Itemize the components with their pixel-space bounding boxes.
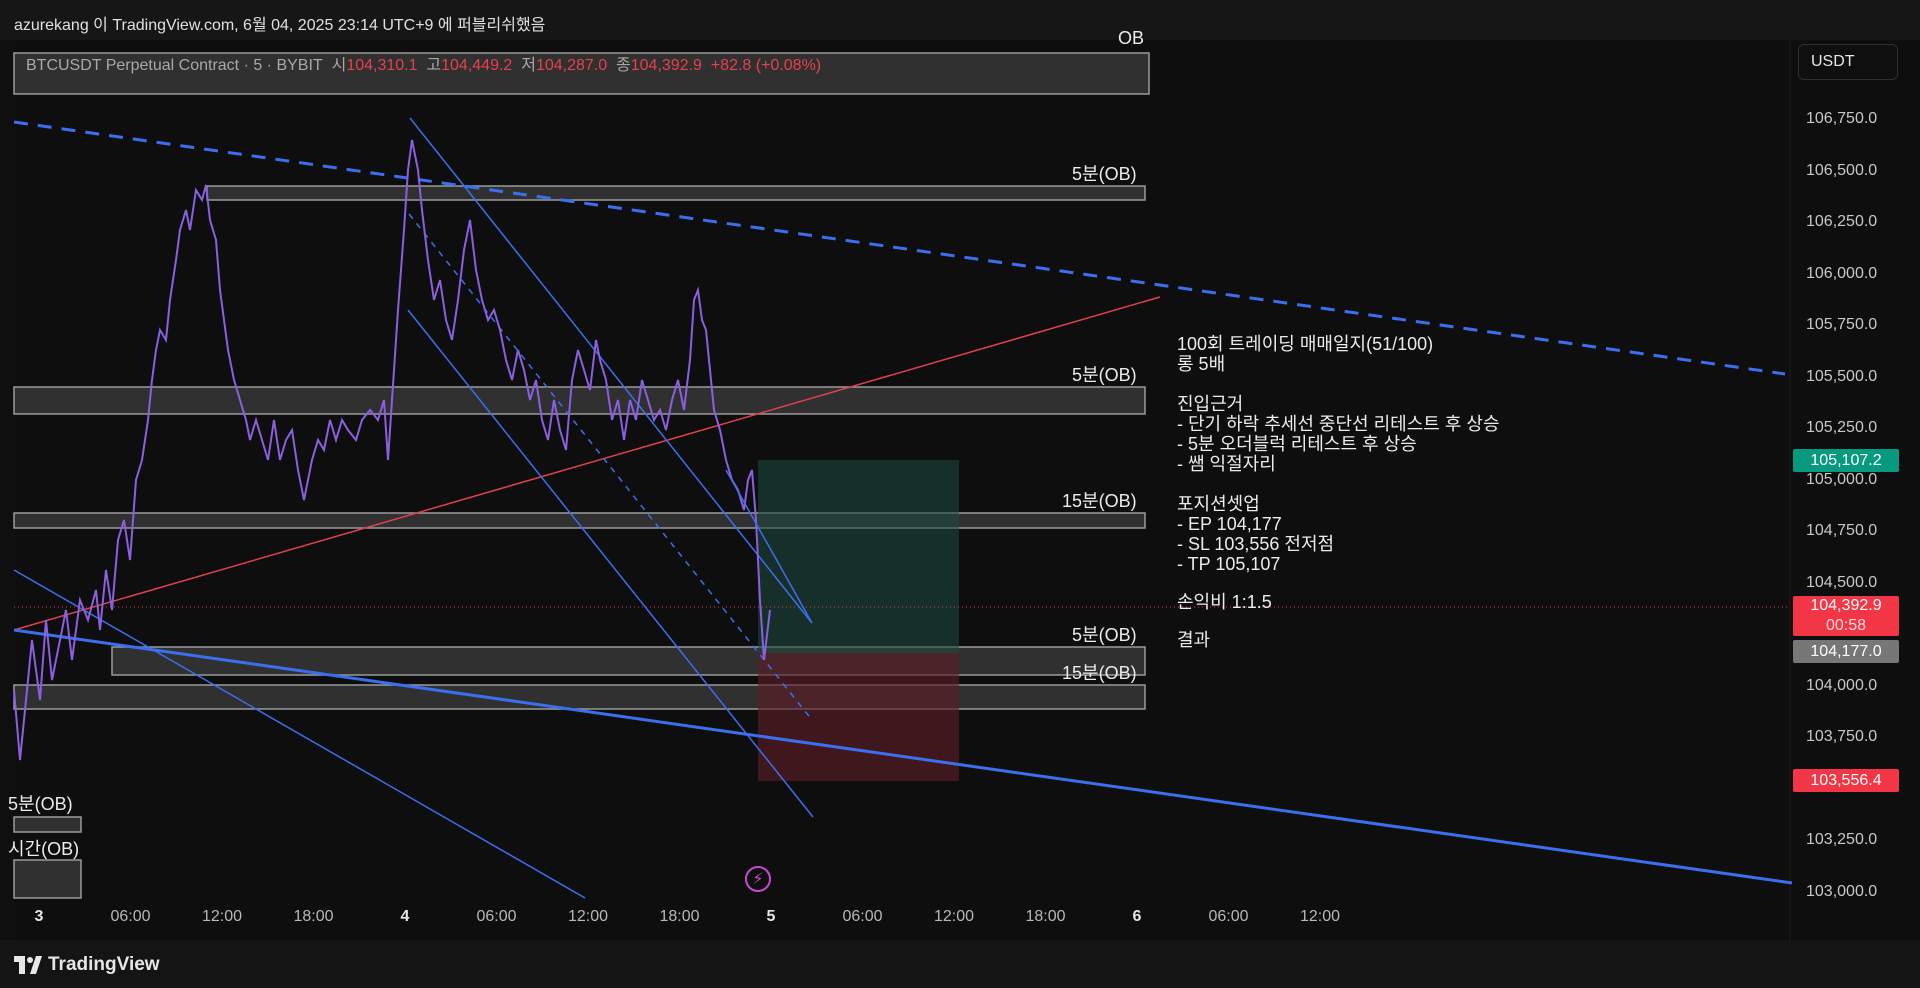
time-tick: 18:00 (293, 908, 334, 925)
brand-name: TradingView (48, 954, 160, 975)
trendline-dashed-blue[interactable] (13, 120, 1786, 376)
tradingview-brand[interactable]: TradingView (14, 954, 160, 976)
time-tick: 12:00 (933, 908, 975, 925)
high-label: 고 (426, 57, 442, 74)
tradingview-logo-icon (14, 956, 42, 974)
ob-box-5m-1[interactable] (206, 185, 1146, 201)
note-tp: - TP 105,107 (1177, 554, 1281, 574)
ob-label-5m-2: 5분(OB) (1072, 365, 1137, 385)
high-value: 104,449.2 (441, 57, 513, 74)
time-tick: 6 (1132, 908, 1142, 925)
note-title: 100회 트레이딩 매매일지(51/100) (1177, 334, 1434, 354)
time-tick: 06:00 (110, 908, 151, 925)
price-tick: 104,000.0 (1806, 676, 1878, 694)
price-tick: 103,250.0 (1806, 831, 1878, 848)
position-loss-zone[interactable] (758, 653, 959, 781)
price-tick: 105,000.0 (1806, 470, 1878, 488)
open-value: 104,310.1 (346, 57, 418, 74)
time-tick: 3 (34, 908, 44, 925)
price-tick: 106,000.0 (1806, 264, 1878, 282)
note-setup-heading: 포지션셋업 (1177, 494, 1260, 514)
note-entry-1: - 단기 하락 추세선 중단선 리테스트 후 상승 (1177, 414, 1500, 434)
note-ep: - EP 104,177 (1177, 514, 1282, 534)
price-tick: 105,250.0 (1806, 419, 1878, 436)
ep-price-tag: 104,177.0 (1793, 640, 1899, 663)
tp-price-tag: 105,107.2 (1793, 449, 1899, 472)
sl-price-tag: 103,556.4 (1793, 769, 1899, 792)
footer (0, 940, 1920, 988)
note-position: 롱 5배 (1177, 354, 1226, 374)
note-entry-2: - 5분 오더블럭 리테스트 후 상승 (1177, 434, 1417, 454)
ob-label-left-5m: 5분(OB) (8, 794, 73, 814)
open-label: 시 (331, 57, 347, 74)
trade-note[interactable]: 100회 트레이딩 매매일지(51/100) 롱 5배 진입근거 - 단기 하락… (1177, 334, 1500, 650)
low-label: 저 (521, 57, 536, 74)
currency-button[interactable]: USDT (1798, 44, 1898, 80)
time-tick: 5 (766, 908, 776, 925)
position-profit-zone[interactable] (758, 460, 959, 653)
ob-label-15m-1: 15분(OB) (1062, 491, 1137, 511)
note-sl: - SL 103,556 전저점 (1177, 534, 1335, 554)
time-tick: 06:00 (476, 908, 517, 925)
symbol-legend[interactable]: BTCUSDT Perpetual Contract · 5 · BYBIT 시… (26, 51, 821, 75)
trendline-red[interactable] (13, 296, 1161, 631)
price-tick: 106,750.0 (1806, 110, 1878, 127)
change-value: +82.8 (+0.08%) (710, 57, 822, 74)
ob-box-15m-2[interactable] (13, 684, 1146, 710)
symbol-name: BTCUSDT Perpetual Contract · 5 · BYBIT (26, 57, 323, 74)
ob-box-left-hour[interactable] (13, 859, 82, 899)
bar-countdown: 00:58 (1825, 617, 1867, 634)
note-entry-heading: 진입근거 (1177, 394, 1244, 414)
note-rr: 손익비 1:1.5 (1177, 592, 1272, 612)
time-tick: 06:00 (842, 908, 883, 925)
ob-label-5m-3: 5분(OB) (1072, 625, 1137, 645)
price-tick: 105,750.0 (1806, 316, 1878, 333)
chart-canvas[interactable] (0, 0, 1920, 988)
note-entry-3: - 쌤 익절자리 (1177, 454, 1276, 474)
price-tick: 103,750.0 (1806, 728, 1878, 745)
lightning-alert-icon[interactable]: ⚡ (745, 866, 771, 892)
last-price-tag: 104,392.9 00:58 (1793, 596, 1899, 636)
price-tick: 104,750.0 (1806, 522, 1878, 539)
time-tick: 06:00 (1208, 908, 1249, 925)
low-value: 104,287.0 (535, 57, 608, 74)
time-tick: 12:00 (201, 908, 243, 925)
ob-label-left-hour: 시간(OB) (8, 839, 80, 859)
time-tick: 18:00 (659, 908, 700, 925)
time-tick: 12:00 (1299, 908, 1341, 925)
note-result: 결과 (1177, 630, 1211, 650)
ob-label-top: OB (1118, 28, 1145, 48)
ob-box-5m-3[interactable] (111, 646, 1146, 676)
close-label: 종 (616, 57, 631, 74)
ob-box-left-5m[interactable] (13, 816, 82, 833)
time-tick: 12:00 (567, 908, 609, 925)
ob-label-15m-2: 15분(OB) (1062, 663, 1137, 683)
channel-lower[interactable] (407, 309, 814, 818)
time-tick: 18:00 (1025, 908, 1066, 925)
channel-mid[interactable] (408, 213, 813, 721)
price-tick: 106,500.0 (1806, 161, 1878, 179)
last-price-value: 104,392.9 (1810, 597, 1882, 614)
close-value: 104,392.9 (630, 57, 702, 74)
ob-label-5m-1: 5분(OB) (1072, 164, 1137, 184)
price-tick: 104,500.0 (1806, 573, 1878, 591)
price-tick: 106,250.0 (1806, 213, 1878, 230)
ob-box-5m-2[interactable] (13, 386, 1146, 415)
time-tick: 4 (400, 908, 410, 925)
price-tick: 105,500.0 (1806, 367, 1878, 385)
price-tick: 103,000.0 (1806, 882, 1878, 900)
